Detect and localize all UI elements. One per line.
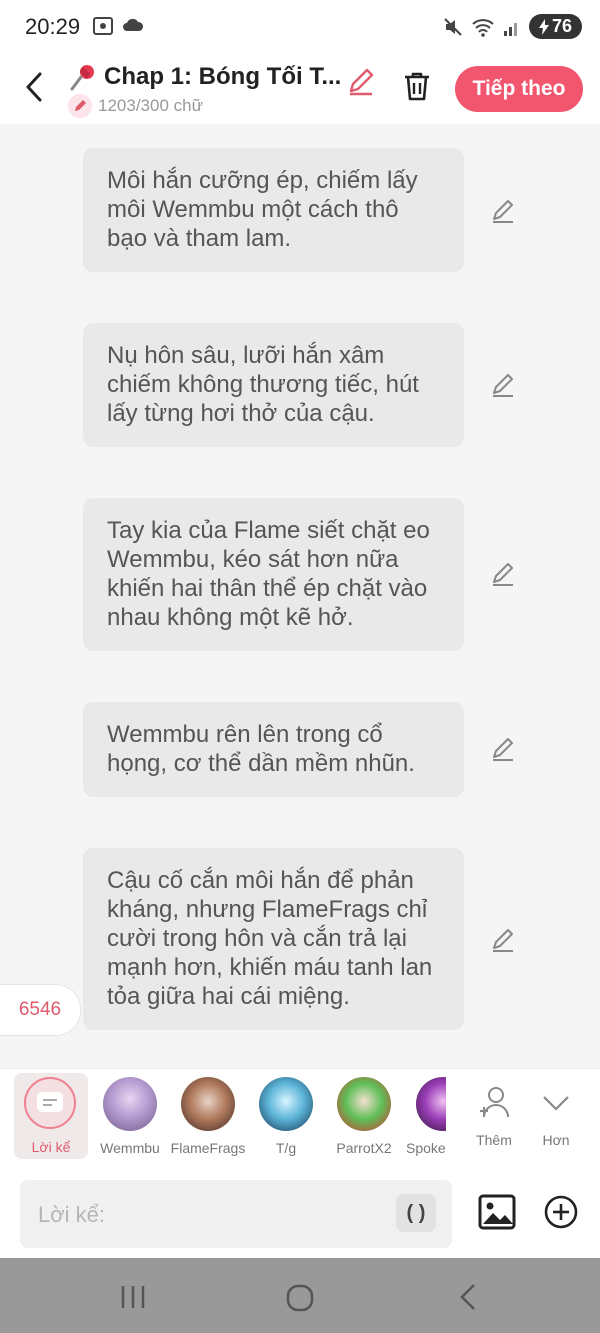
edit-pencil-icon <box>493 929 513 952</box>
add-person-icon <box>480 1087 509 1118</box>
edit-pencil-icon <box>349 68 374 96</box>
narrator-selector[interactable]: Lời kể <box>14 1073 88 1159</box>
word-count-text: 1203/300 chữ <box>98 96 203 115</box>
back-arrow-icon <box>26 72 42 102</box>
image-icon <box>478 1194 516 1230</box>
next-button[interactable]: Tiếp theo <box>455 66 583 112</box>
narrator-label: Lời kể <box>31 1139 71 1155</box>
narration-icon <box>37 1092 63 1112</box>
edit-message-button[interactable] <box>490 736 516 767</box>
more-label: Hơn <box>542 1132 570 1148</box>
character-name: FlameFrags <box>170 1140 246 1156</box>
avatar <box>416 1077 446 1131</box>
home-circle-icon <box>286 1284 314 1312</box>
back-chevron-icon <box>460 1284 475 1310</box>
recents-icon <box>121 1286 145 1308</box>
character-bar: Wemmbu FlameFrags T/g ParrotX2 Spoke Thê… <box>0 1068 600 1172</box>
wifi-icon <box>472 18 494 37</box>
system-nav-bar <box>0 1258 600 1333</box>
battery-indicator: 76 <box>528 14 582 39</box>
message-input[interactable]: Lời kể: ( ) <box>20 1180 452 1248</box>
system-back-button[interactable] <box>456 1282 480 1317</box>
composer: Lời kể: ( ) <box>0 1170 600 1258</box>
message-counter[interactable]: 6546 <box>0 984 81 1036</box>
character-wemmbu[interactable]: Wemmbu <box>90 1077 170 1156</box>
edit-message-button[interactable] <box>490 927 516 958</box>
edit-message-button[interactable] <box>490 372 516 403</box>
chevron-down-icon <box>543 1096 569 1111</box>
chapter-title-text: Chap 1: Bóng Tối T... <box>104 63 342 90</box>
pencil-badge-icon <box>68 94 92 118</box>
story-message[interactable]: Wemmbu rên lên trong cổ họng, cơ thể dần… <box>83 702 464 797</box>
more-button[interactable]: Hơn <box>520 1077 592 1148</box>
insert-image-button[interactable] <box>478 1194 516 1235</box>
edit-pencil-icon <box>493 200 513 223</box>
word-count: 1203/300 chữ <box>68 94 203 118</box>
add-button[interactable] <box>543 1194 579 1235</box>
recent-apps-button[interactable] <box>118 1284 148 1315</box>
story-message[interactable]: Nụ hôn sâu, lưỡi hắn xâm chiếm không thư… <box>83 323 464 447</box>
character-name: ParrotX2 <box>336 1140 392 1156</box>
mute-icon <box>444 17 462 36</box>
home-button[interactable] <box>285 1283 315 1318</box>
delete-button[interactable] <box>402 70 432 107</box>
status-time: 20:29 <box>25 14 81 39</box>
edit-pencil-icon <box>493 374 513 397</box>
avatar <box>181 1077 235 1131</box>
story-message[interactable]: Tay kia của Flame siết chặt eo Wemmbu, k… <box>83 498 464 651</box>
edit-pencil-icon <box>493 563 513 586</box>
edit-title-button[interactable] <box>346 66 376 101</box>
character-tg[interactable]: T/g <box>246 1077 326 1156</box>
edit-pencil-icon <box>493 738 513 761</box>
plus-circle-icon <box>544 1195 578 1229</box>
avatar <box>103 1077 157 1131</box>
character-name: Spoke <box>406 1140 446 1156</box>
story-message[interactable]: Môi hắn cưỡng ép, chiếm lấy môi Wemmbu m… <box>83 148 464 272</box>
signal-icon <box>503 22 517 36</box>
chapter-title[interactable]: Chap 1: Bóng Tối T... <box>68 62 341 92</box>
character-name: T/g <box>275 1140 297 1156</box>
screen-capture-icon <box>93 17 113 35</box>
back-button[interactable] <box>22 70 46 109</box>
avatar <box>337 1077 391 1131</box>
edit-message-button[interactable] <box>490 561 516 592</box>
pushpin-icon <box>70 65 94 91</box>
character-spoke[interactable]: Spoke <box>402 1077 446 1156</box>
character-flamefrags[interactable]: FlameFrags <box>168 1077 248 1156</box>
input-placeholder: Lời kể: <box>38 1202 106 1227</box>
editor-header: Chap 1: Bóng Tối T... 1203/300 chữ Tiếp … <box>0 56 600 124</box>
avatar <box>259 1077 313 1131</box>
character-parrotx2[interactable]: ParrotX2 <box>324 1077 404 1156</box>
battery-level: 76 <box>551 16 572 36</box>
parenthesis-button[interactable]: ( ) <box>396 1194 436 1232</box>
charging-bolt-icon <box>538 18 549 35</box>
trash-icon <box>405 72 429 101</box>
story-message[interactable]: Cậu cố cắn môi hắn để phản kháng, nhưng … <box>83 848 464 1030</box>
edit-message-button[interactable] <box>490 198 516 229</box>
cloud-icon <box>123 18 144 31</box>
status-bar: 20:29 76 <box>0 0 600 56</box>
character-name: Wemmbu <box>100 1140 160 1156</box>
